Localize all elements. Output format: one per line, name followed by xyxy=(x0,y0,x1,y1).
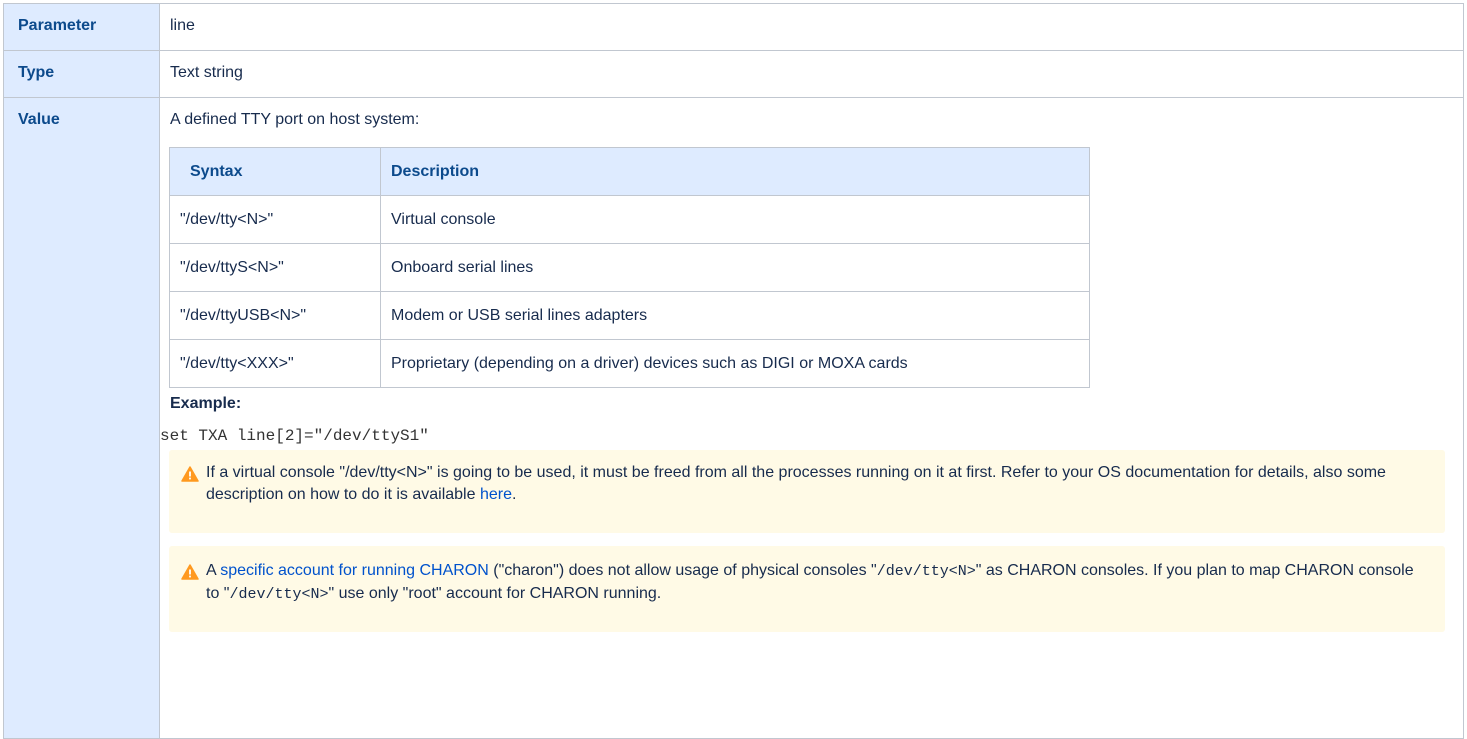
value-row: Value A defined TTY port on host system:… xyxy=(3,97,1464,739)
warning-text-pre: A xyxy=(206,562,221,579)
table-row: "/dev/tty<N>" Virtual console xyxy=(169,195,1090,244)
warning-box: A specific account for running CHARON ("… xyxy=(169,546,1445,632)
description-cell: Virtual console xyxy=(380,195,1090,244)
type-label: Type xyxy=(3,50,160,98)
description-cell: Onboard serial lines xyxy=(380,243,1090,292)
table-row: "/dev/ttyS<N>" Onboard serial lines xyxy=(169,243,1090,292)
syntax-cell: "/dev/ttyS<N>" xyxy=(169,243,381,292)
parameter-value: line xyxy=(159,3,1464,51)
tty-code: /dev/tty<N> xyxy=(229,586,329,603)
description-cell: Modem or USB serial lines adapters xyxy=(380,291,1090,340)
table-row: "/dev/tty<XXX>" Proprietary (depending o… xyxy=(169,339,1090,388)
table-row: "/dev/ttyUSB<N>" Modem or USB serial lin… xyxy=(169,291,1090,340)
type-value: Text string xyxy=(159,50,1464,98)
tty-code: /dev/tty<N> xyxy=(876,563,976,580)
warning-tail: . xyxy=(511,486,517,503)
here-link[interactable]: here xyxy=(480,486,512,503)
description-header: Description xyxy=(380,147,1090,196)
syntax-table: Syntax Description "/dev/tty<N>" Virtual… xyxy=(169,147,1090,388)
value-intro: A defined TTY port on host system: xyxy=(170,111,420,128)
warning-text-mid: ("charon") does not allow usage of physi… xyxy=(488,562,877,579)
warning-text: If a virtual console "/dev/tty<N>" is go… xyxy=(206,464,1386,503)
syntax-cell: "/dev/tty<XXX>" xyxy=(169,339,381,388)
warning-triangle-icon xyxy=(181,466,199,482)
parameter-row: Parameter line xyxy=(3,3,1464,51)
syntax-header: Syntax xyxy=(169,147,381,196)
parameter-table: Parameter line Type Text string Value A … xyxy=(3,3,1464,739)
value-label: Value xyxy=(3,97,160,739)
warning-box: If a virtual console "/dev/tty<N>" is go… xyxy=(169,450,1445,533)
type-row: Type Text string xyxy=(3,50,1464,98)
warning-tail: " use only "root" account for CHARON run… xyxy=(328,585,662,602)
example-label: Example: xyxy=(170,395,242,412)
value-content: A defined TTY port on host system: Synta… xyxy=(159,97,1464,739)
parameter-label: Parameter xyxy=(3,3,160,51)
syntax-cell: "/dev/tty<N>" xyxy=(169,195,381,244)
syntax-table-header: Syntax Description xyxy=(169,147,1090,196)
description-cell: Proprietary (depending on a driver) devi… xyxy=(380,339,1090,388)
syntax-cell: "/dev/ttyUSB<N>" xyxy=(169,291,381,340)
warning-triangle-icon xyxy=(181,564,199,580)
example-code: set TXA line[2]="/dev/ttyS1" xyxy=(160,427,429,445)
charon-account-link[interactable]: specific account for running CHARON xyxy=(220,562,489,579)
